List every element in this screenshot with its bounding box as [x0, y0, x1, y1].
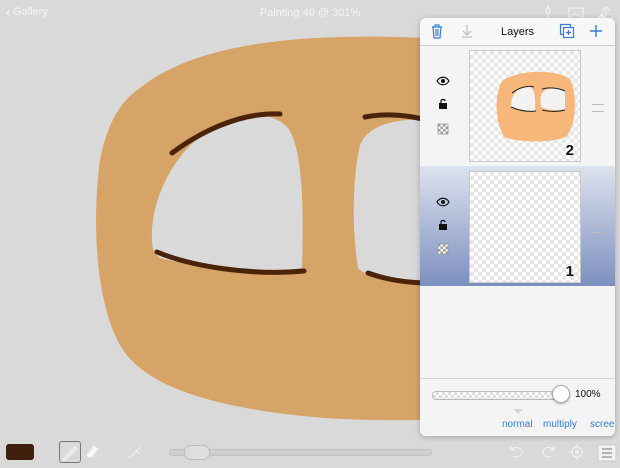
right-eye-hole	[353, 119, 430, 283]
layer-number: 1	[565, 263, 574, 280]
layers-icon[interactable]	[596, 441, 618, 463]
pencil-icon	[62, 446, 78, 461]
color-picker-button[interactable]	[6, 444, 34, 460]
eye-icon[interactable]	[436, 196, 450, 208]
opacity-slider[interactable]	[432, 391, 569, 400]
layers-panel: Layers 2 1 100% normal multiply scree	[420, 18, 615, 436]
eraser-tool[interactable]	[82, 441, 104, 463]
blend-mode-screen[interactable]: scree	[590, 419, 614, 430]
alpha-lock-icon[interactable]	[436, 123, 450, 135]
pencil-tool[interactable]	[59, 441, 81, 463]
smudge-icon	[127, 446, 141, 459]
layers-panel-header: Layers	[420, 18, 615, 46]
opacity-value: 100%	[575, 389, 601, 400]
blend-mode-normal[interactable]: normal	[502, 419, 533, 430]
blend-mode-multiply[interactable]: multiply	[543, 419, 577, 430]
drag-handle-icon[interactable]	[592, 225, 604, 233]
settings-icon[interactable]	[566, 441, 588, 463]
brush-size-slider-thumb[interactable]	[184, 445, 210, 460]
layer-2-preview	[496, 71, 575, 142]
layer-row-1[interactable]: 1	[420, 166, 615, 286]
layer-number: 2	[565, 142, 574, 159]
undo-icon[interactable]	[505, 441, 527, 463]
alpha-lock-icon[interactable]	[436, 243, 450, 255]
layer-thumbnail[interactable]: 2	[469, 50, 581, 162]
blend-mode-indicator	[513, 409, 523, 414]
lock-icon[interactable]	[436, 219, 450, 231]
lock-icon[interactable]	[436, 98, 450, 110]
layer-row-2[interactable]: 2	[420, 46, 615, 167]
opacity-slider-thumb[interactable]	[552, 385, 570, 403]
redo-icon[interactable]	[538, 441, 560, 463]
smudge-tool[interactable]	[124, 441, 146, 463]
add-layer-icon[interactable]	[588, 23, 604, 39]
layer-thumbnail[interactable]: 1	[469, 171, 581, 283]
eye-icon[interactable]	[436, 75, 450, 87]
layers-title: Layers	[500, 26, 535, 38]
duplicate-layer-icon[interactable]	[559, 23, 575, 39]
eraser-icon	[86, 445, 99, 458]
drag-handle-icon[interactable]	[592, 104, 604, 112]
